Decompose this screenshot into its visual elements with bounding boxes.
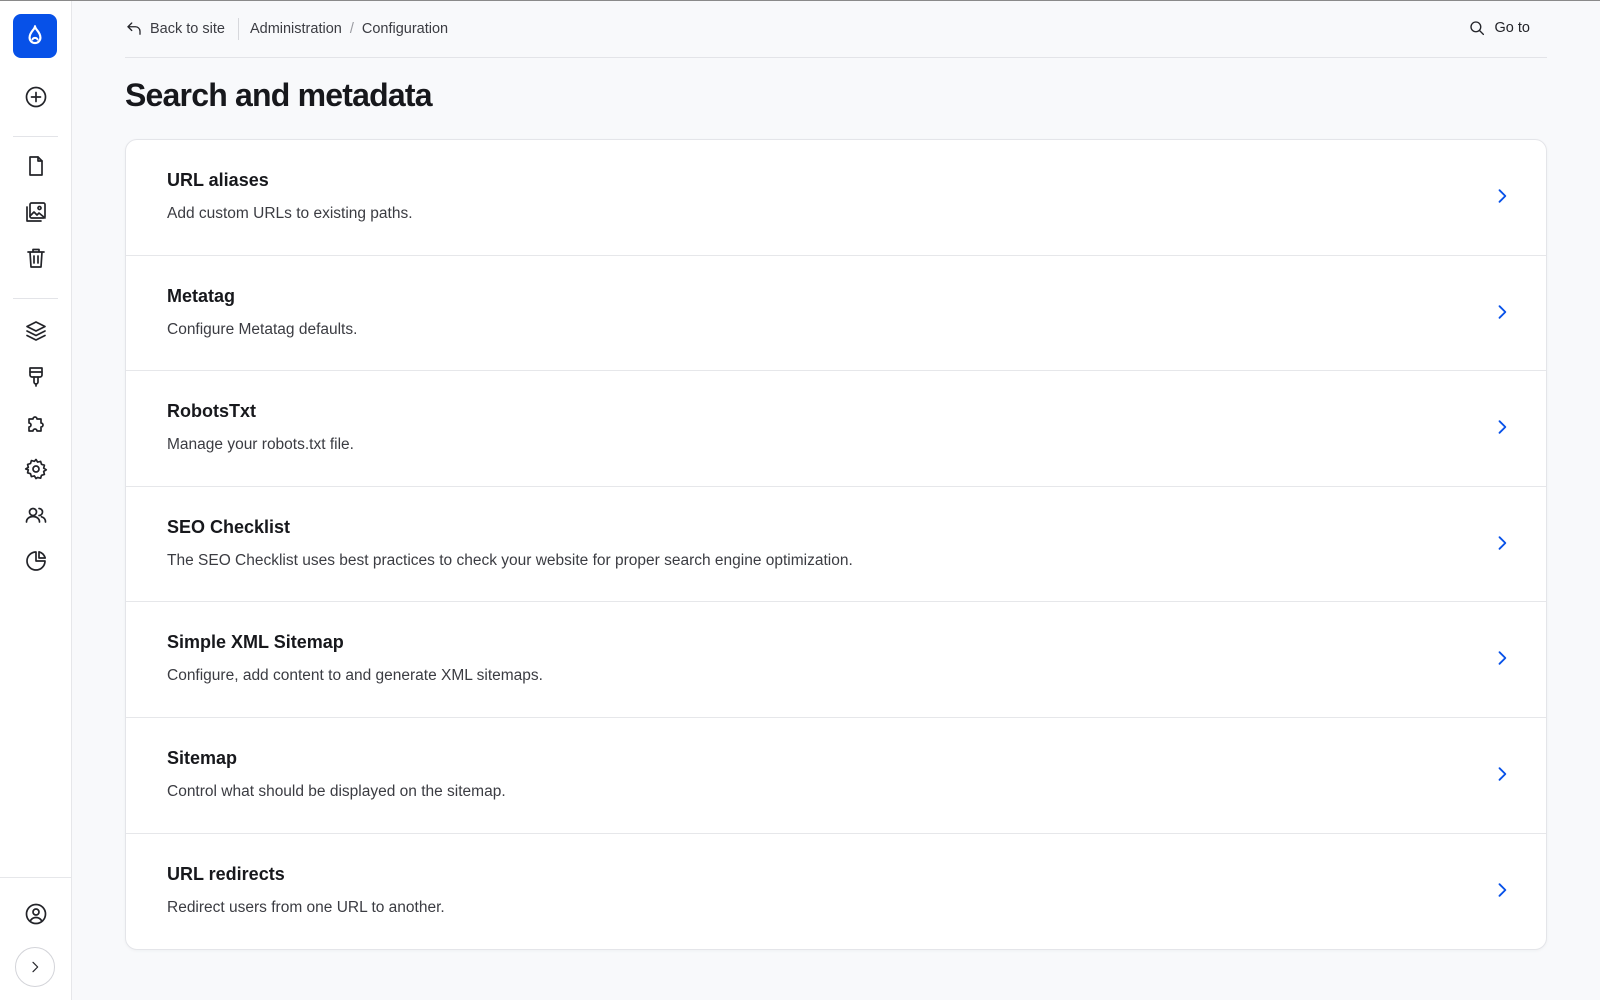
sidebar-divider <box>13 298 58 299</box>
chevron-right-icon <box>32 961 39 973</box>
sidebar-expand-button[interactable] <box>15 947 55 987</box>
chevron-right-icon <box>1492 417 1512 437</box>
list-item-description: Add custom URLs to existing paths. <box>167 205 413 222</box>
sidebar-appearance[interactable] <box>20 361 52 393</box>
trash-icon <box>27 248 45 268</box>
list-item-description: Control what should be displayed on the … <box>167 782 506 800</box>
chevron-right-icon <box>1492 764 1512 784</box>
sidebar <box>0 1 72 1000</box>
list-item-description: The SEO Checklist uses best practices to… <box>167 551 853 569</box>
drupal-logo-icon <box>28 25 42 45</box>
sidebar-structure[interactable] <box>20 315 52 347</box>
back-to-site-label: Back to site <box>150 21 225 37</box>
users-icon <box>25 507 47 523</box>
topbar-divider <box>237 18 239 40</box>
list-item-title: Simple XML Sitemap <box>167 632 344 653</box>
image-gallery-icon <box>26 202 46 222</box>
go-to-button[interactable]: Go to <box>1468 19 1530 37</box>
list-item-title: URL aliases <box>167 170 269 190</box>
breadcrumb-administration[interactable]: Administration <box>250 21 342 37</box>
list-item-sitemap[interactable]: Sitemap Control what should be displayed… <box>126 718 1546 834</box>
puzzle-icon <box>28 416 44 432</box>
list-item-seo-checklist[interactable]: SEO Checklist The SEO Checklist uses bes… <box>126 487 1546 603</box>
list-item-title: Sitemap <box>167 747 238 768</box>
list-item-url-redirects[interactable]: URL redirects Redirect users from one UR… <box>126 834 1546 949</box>
sidebar-extend[interactable] <box>20 407 52 439</box>
list-item-description: Redirect users from one URL to another. <box>167 898 445 916</box>
sidebar-reports[interactable] <box>20 545 52 577</box>
chevron-right-icon <box>1492 880 1512 900</box>
list-item-title: URL redirects <box>167 863 285 884</box>
sidebar-divider <box>13 136 58 137</box>
list-item-metatag[interactable]: Metatag Configure Metatag defaults. <box>126 256 1546 372</box>
breadcrumb: Administration / Configuration <box>250 21 448 37</box>
go-to-label: Go to <box>1494 20 1530 36</box>
sidebar-content[interactable] <box>20 150 52 182</box>
layers-icon <box>26 321 46 341</box>
user-circle-icon <box>25 903 47 925</box>
drupal-logo[interactable] <box>13 14 57 58</box>
topbar: Back to site Administration / Configurat… <box>125 1 1547 58</box>
list-item-title: Metatag <box>167 285 236 306</box>
list-item-title: SEO Checklist <box>167 516 291 537</box>
chevron-right-icon <box>1492 186 1512 206</box>
pie-chart-icon <box>26 550 47 571</box>
chevron-right-icon <box>1492 533 1512 553</box>
brush-icon <box>29 367 43 387</box>
sidebar-create[interactable] <box>20 81 52 113</box>
list-item-simple-xml-sitemap[interactable]: Simple XML Sitemap Configure, add conten… <box>126 602 1546 718</box>
list-item-url-aliases[interactable]: URL aliases Add custom URLs to existing … <box>126 140 1546 256</box>
sidebar-divider <box>0 877 72 878</box>
file-icon <box>29 156 43 176</box>
sidebar-configuration[interactable] <box>20 453 52 485</box>
list-item-description: Manage your robots.txt file. <box>167 436 354 454</box>
chevron-right-icon <box>1492 302 1512 322</box>
sidebar-people[interactable] <box>20 499 52 531</box>
search-icon <box>1469 21 1484 36</box>
sidebar-media[interactable] <box>20 196 52 228</box>
sidebar-user-account[interactable] <box>20 898 52 930</box>
back-arrow-icon <box>127 22 141 35</box>
list-item-robotstxt[interactable]: RobotsTxt Manage your robots.txt file. <box>126 371 1546 487</box>
page-title: Search and metadata <box>125 77 433 113</box>
plus-circle-icon <box>25 86 47 108</box>
list-item-title: RobotsTxt <box>167 401 256 422</box>
list-item-description: Configure, add content to and generate X… <box>167 667 543 685</box>
gear-icon <box>24 458 48 480</box>
breadcrumb-separator: / <box>349 21 354 37</box>
sidebar-trash[interactable] <box>20 242 52 274</box>
admin-list-card: URL aliases Add custom URLs to existing … <box>125 139 1547 950</box>
back-to-site-link[interactable]: Back to site <box>125 20 225 38</box>
breadcrumb-configuration[interactable]: Configuration <box>362 21 448 37</box>
chevron-right-icon <box>1492 648 1512 668</box>
list-item-description: Configure Metatag defaults. <box>167 320 358 338</box>
